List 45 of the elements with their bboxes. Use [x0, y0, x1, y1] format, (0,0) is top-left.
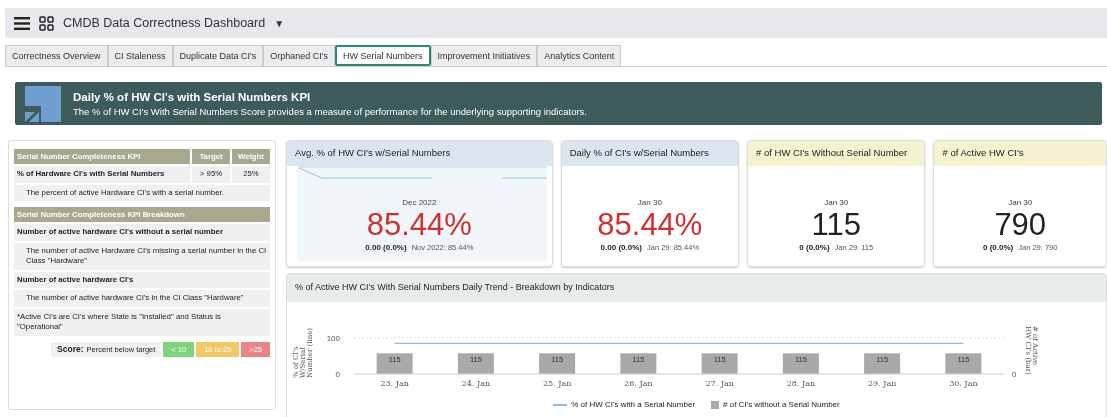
axis-tick: 0 — [1012, 370, 1017, 379]
dashboard-tab[interactable]: Analytics Content — [537, 45, 622, 66]
axis-tick: 100 — [326, 334, 340, 343]
grid-icon[interactable] — [39, 15, 54, 31]
axis-label: 23. Jan — [380, 379, 409, 388]
change-value: 0 (0.0%) — [983, 243, 1014, 252]
dashboard-tab[interactable]: Orphaned CI's — [263, 45, 336, 66]
period-label: Jan 30 — [637, 198, 662, 207]
card-title: Daily % of CI's w/Serial Numbers — [561, 141, 739, 166]
card-title: # of HW CI's Without Serial Number — [748, 141, 925, 166]
banner-title: Daily % of HW CI's with Serial Numbers KPI — [73, 90, 312, 103]
axis-label: 25. Jan — [542, 379, 572, 388]
period-label: Dec 2022 — [402, 198, 437, 207]
banner-subtitle: The % of HW CI's With Serial Numbers Score provides a measure of performance for the underlying supporting indicators. — [73, 105, 587, 117]
period-label: Jan 30 — [824, 198, 849, 207]
axis-label: 30. Jan — [949, 379, 978, 388]
axis-label: 27. Jan — [705, 379, 734, 388]
dashboard-tab[interactable]: CI Staleness — [107, 45, 173, 66]
change-value: 0.00 (0.0%) — [365, 243, 407, 252]
kpi-value: 85.44% — [597, 209, 703, 240]
dashboard-tab[interactable]: Improvement Initiatives — [430, 45, 538, 66]
kpi-value: 790 — [994, 209, 1047, 240]
legend-item[interactable]: # of CI's without a Serial Number — [711, 400, 840, 409]
card-title: # of Active HW CI's — [934, 141, 1106, 166]
dashboard-title: CMDB Data Correctness Dashboard — [63, 16, 266, 30]
period-label: Jan 30 — [1008, 198, 1033, 207]
axis-label: 24. Jan — [461, 379, 491, 388]
panel-title: % of Active HW CI's With Serial Numbers Daily Trend - Breakdown by Indicators — [287, 274, 1106, 302]
menu-icon[interactable] — [14, 16, 30, 30]
axis-label: 29. Jan — [867, 379, 897, 388]
kpi-value: 85.44% — [366, 209, 472, 240]
card-title: Avg. % of HW CI's w/Serial Numbers — [287, 141, 552, 166]
dashboard-tab[interactable]: Correctness Overview — [5, 45, 108, 66]
axis-label: 28. Jan — [786, 379, 816, 388]
axis-tick: 0 — [335, 370, 340, 379]
dashboard-tab[interactable]: HW Serial Numbers — [335, 45, 431, 66]
change-value: 0.00 (0.0%) — [600, 243, 642, 252]
dashboard-tab[interactable]: Duplicate Data CI's — [172, 45, 264, 66]
arrow-logo-icon — [25, 85, 61, 122]
dropdown-caret[interactable]: ▼ — [274, 17, 285, 29]
kpi-value: 115 — [811, 209, 861, 240]
score-label: Score: — [57, 344, 84, 355]
axis-label: 26. Jan — [624, 379, 653, 388]
legend-item[interactable]: % of HW CI's with a Serial Number — [553, 400, 696, 409]
change-value: 0 (0.0%) — [799, 243, 830, 252]
